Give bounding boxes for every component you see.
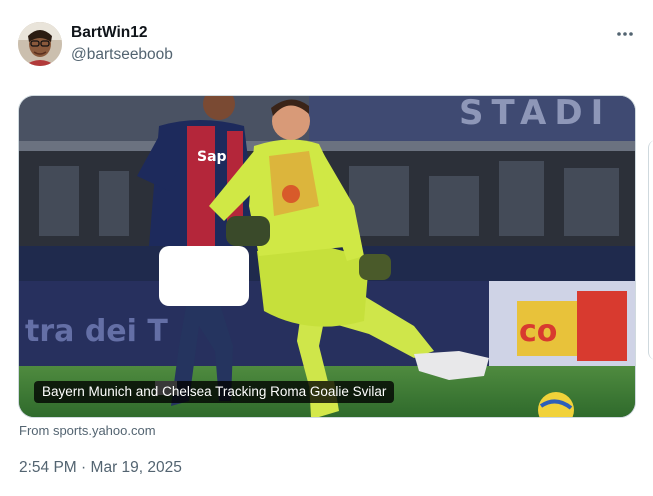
- ad-board-right-text: co: [519, 314, 557, 349]
- ad-board-left-text: tra dei T: [25, 314, 168, 349]
- card-image: STADI tra dei T co Sap: [19, 96, 635, 417]
- more-horizontal-icon: [617, 32, 633, 36]
- tweet-time[interactable]: 2:54 PM: [19, 459, 77, 476]
- shirt-sponsor-text: Sap: [197, 149, 227, 165]
- user-handle[interactable]: @bartseeboob: [71, 46, 173, 64]
- link-card[interactable]: STADI tra dei T co Sap Bayern Munich and…: [18, 95, 636, 418]
- next-card-edge: [648, 140, 653, 360]
- timestamp-separator: ·: [81, 459, 87, 476]
- tweet-timestamp: 2:54 PM · Mar 19, 2025: [19, 459, 182, 477]
- stadium-sign-text: STADI: [459, 96, 611, 133]
- card-source-link[interactable]: From sports.yahoo.com: [19, 423, 156, 438]
- tweet-date[interactable]: Mar 19, 2025: [91, 459, 182, 476]
- card-headline: Bayern Munich and Chelsea Tracking Roma …: [34, 381, 395, 403]
- avatar[interactable]: [18, 22, 62, 66]
- avatar-image: [18, 22, 62, 66]
- more-options-button[interactable]: [614, 24, 636, 44]
- display-name[interactable]: BartWin12: [71, 24, 148, 42]
